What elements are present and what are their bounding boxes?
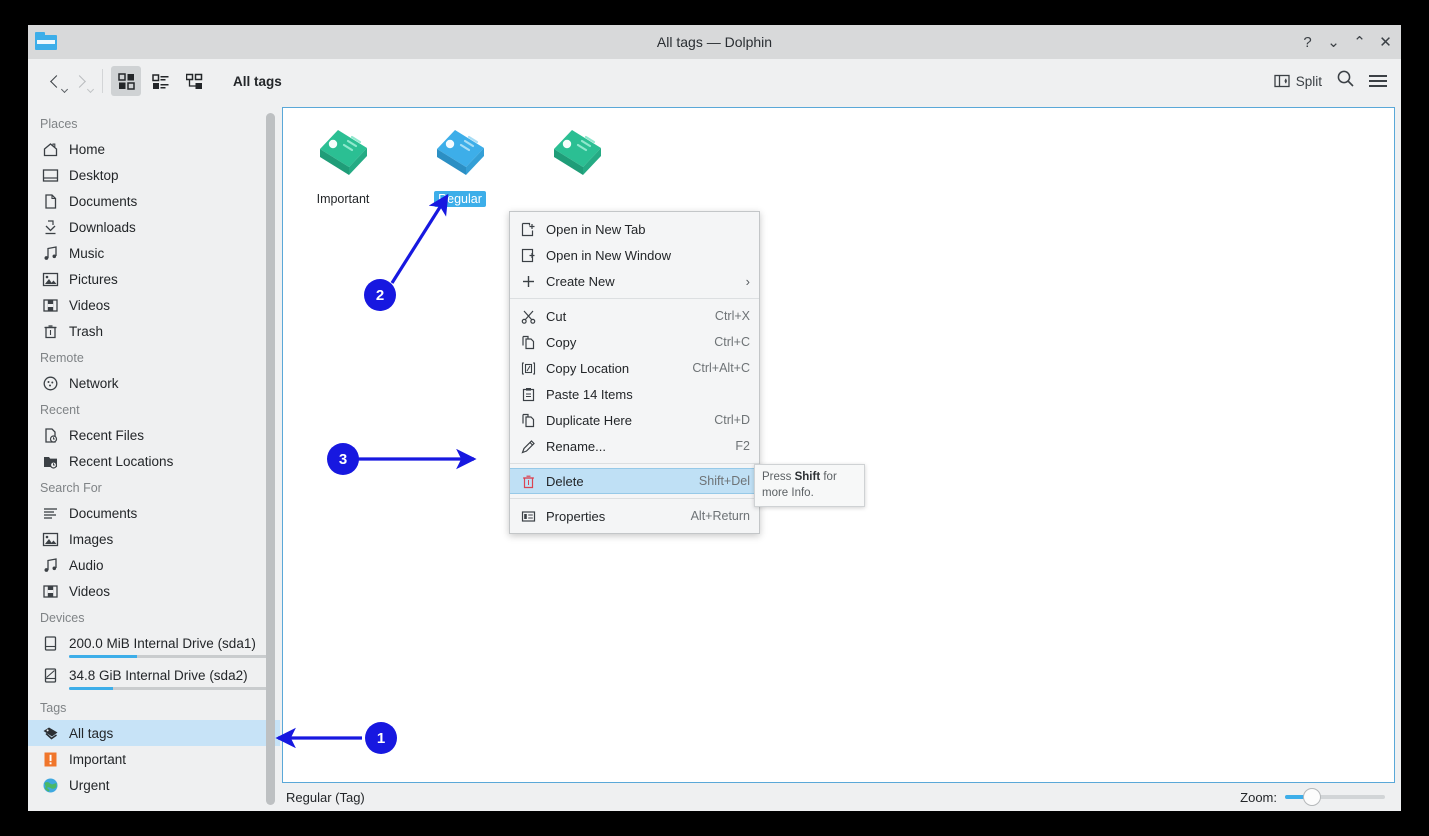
annotation-overlay [275, 193, 477, 749]
annotation-arrow-2 [390, 193, 449, 284]
